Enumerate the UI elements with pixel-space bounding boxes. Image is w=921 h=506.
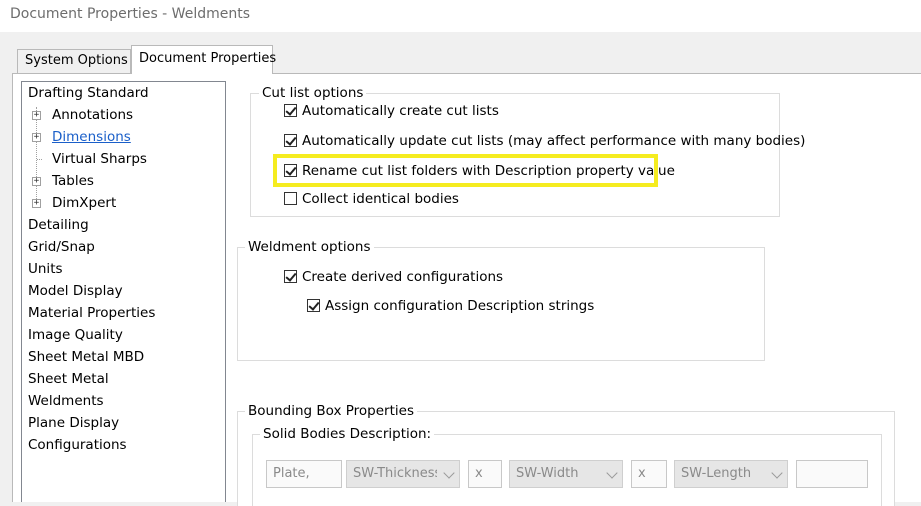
tree-item-dimensions[interactable]: Dimensions [52, 127, 131, 148]
checkbox-checked[interactable] [307, 299, 320, 312]
tree-item-sheet-metal-mbd[interactable]: Sheet Metal MBD [28, 347, 144, 368]
option-label: Collect identical bodies [302, 191, 459, 207]
field-text: SW-Length [681, 466, 752, 481]
checkbox-checked[interactable] [284, 104, 297, 117]
expand-plus-icon[interactable]: + [32, 177, 41, 186]
tree-item-detailing[interactable]: Detailing [28, 215, 89, 236]
tree-connector [36, 107, 37, 203]
field-text: x [475, 466, 483, 481]
width-dropdown[interactable]: SW-Width [509, 460, 623, 488]
field-text: x [638, 466, 646, 481]
tab-document-properties[interactable]: Document Properties [131, 45, 276, 74]
tree-item-units[interactable]: Units [28, 259, 63, 280]
tree-item-sheet-metal[interactable]: Sheet Metal [28, 369, 109, 390]
chevron-down-icon [443, 467, 455, 479]
expand-plus-icon[interactable]: + [32, 111, 41, 120]
description-suffix-input[interactable] [796, 460, 868, 488]
expand-plus-icon[interactable]: + [32, 133, 41, 142]
tree-item-weldments[interactable]: Weldments [28, 391, 104, 412]
chevron-down-icon [606, 467, 618, 479]
window-title: Document Properties - Weldments [10, 6, 251, 22]
tree-item-annotations[interactable]: Annotations [52, 105, 133, 126]
field-text: SW-Width [516, 466, 579, 481]
option-label: Automatically update cut lists (may affe… [302, 133, 806, 149]
tab-system-options[interactable]: System Options [17, 49, 131, 73]
tree-item-drafting-standard[interactable]: Drafting Standard [28, 83, 149, 104]
tree-item-configurations[interactable]: Configurations [28, 435, 127, 456]
separator-1-input[interactable]: x [468, 460, 502, 488]
description-prefix-input[interactable]: Plate, [266, 460, 342, 488]
solid-bodies-description-legend: Solid Bodies Description: [260, 426, 435, 442]
title-bar: Document Properties - Weldments [0, 0, 921, 32]
tree-item-material-properties[interactable]: Material Properties [28, 303, 155, 324]
tree-item-plane-display[interactable]: Plane Display [28, 413, 119, 434]
tree-item-model-display[interactable]: Model Display [28, 281, 123, 302]
separator-2-input[interactable]: x [631, 460, 667, 488]
tree-item-tables[interactable]: Tables [52, 171, 94, 192]
length-dropdown[interactable]: SW-Length [674, 460, 788, 488]
option-label: Automatically create cut lists [302, 103, 499, 119]
option-label: Create derived configurations [302, 269, 504, 285]
tree-item-dimxpert[interactable]: DimXpert [52, 193, 116, 214]
chevron-down-icon [771, 467, 783, 479]
expand-plus-icon[interactable]: + [32, 199, 41, 208]
tree-item-grid-snap[interactable]: Grid/Snap [28, 237, 95, 258]
bounding-box-properties-legend: Bounding Box Properties [245, 403, 417, 419]
thickness-dropdown[interactable]: SW-Thickness [346, 460, 460, 488]
cut-list-options-legend: Cut list options [259, 85, 367, 101]
option-label: Assign configuration Description strings [325, 298, 595, 314]
field-text: Plate, [273, 466, 310, 481]
tree-item-virtual-sharps[interactable]: Virtual Sharps [52, 149, 147, 170]
property-tree[interactable]: Drafting Standard + Annotations + Dimens… [21, 81, 226, 502]
tree-item-image-quality[interactable]: Image Quality [28, 325, 123, 346]
tree-connector [37, 159, 42, 160]
checkbox-checked[interactable] [284, 134, 297, 147]
checkbox-checked[interactable] [284, 270, 297, 283]
highlight-box [273, 154, 658, 187]
weldment-options-legend: Weldment options [245, 239, 374, 255]
field-text: SW-Thickness [353, 466, 437, 481]
checkbox-unchecked[interactable] [284, 192, 297, 205]
